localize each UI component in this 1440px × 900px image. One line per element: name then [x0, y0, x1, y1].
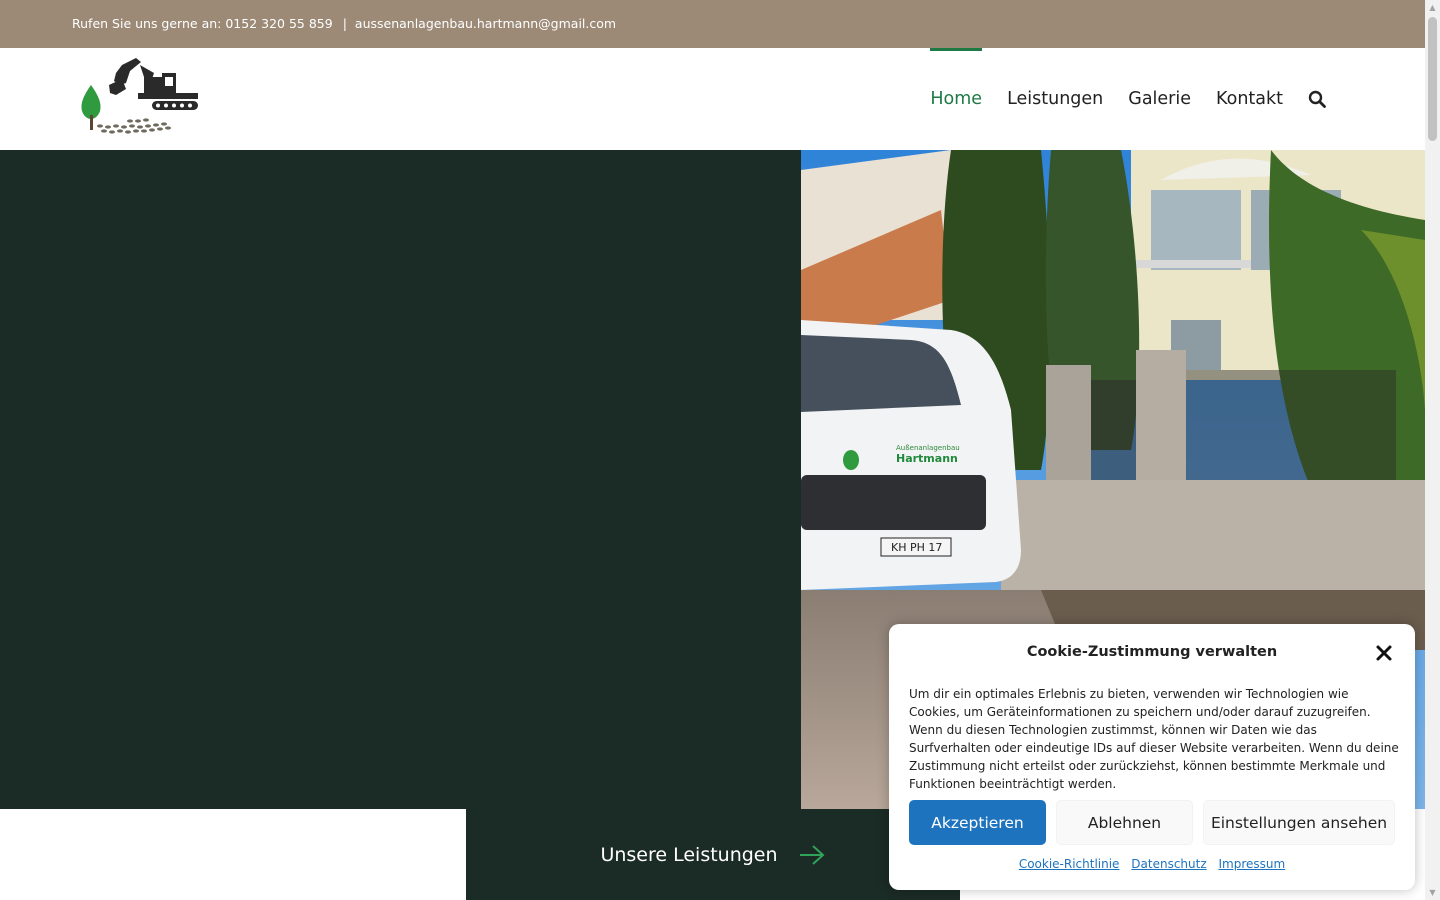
close-icon	[1376, 645, 1392, 661]
company-logo[interactable]	[78, 55, 202, 137]
cta-label: Unsere Leistungen	[600, 843, 778, 866]
decline-button[interactable]: Ablehnen	[1056, 800, 1193, 845]
services-cta-button[interactable]: Unsere Leistungen	[466, 809, 960, 900]
cookie-dialog-text: Um dir ein optimales Erlebnis zu bieten,…	[909, 687, 1399, 791]
top-bar: Rufen Sie uns gerne an: 0152 320 55 859 …	[0, 0, 1425, 48]
cookie-links: Cookie-Richtlinie Datenschutz Impressum	[889, 857, 1415, 871]
main-nav: Home Leistungen Galerie Kontakt	[905, 48, 1328, 150]
excavator-logo-icon	[81, 58, 198, 134]
page-scrollbar[interactable]: ▲ ▼	[1425, 0, 1440, 900]
van-brand-line1: Außenanlagenbau	[896, 444, 960, 452]
cookie-policy-link[interactable]: Cookie-Richtlinie	[1019, 857, 1120, 871]
imprint-link[interactable]: Impressum	[1218, 857, 1285, 871]
nav-item-leistungen[interactable]: Leistungen	[1007, 48, 1103, 150]
search-icon	[1308, 90, 1326, 108]
search-button[interactable]	[1308, 48, 1328, 150]
view-settings-button[interactable]: Einstellungen ansehen	[1203, 800, 1395, 845]
scrollbar-thumb[interactable]	[1428, 17, 1437, 141]
hero-dark-panel	[0, 150, 801, 809]
separator: |	[342, 16, 347, 31]
nav-item-home[interactable]: Home	[930, 48, 982, 150]
nav-item-kontakt[interactable]: Kontakt	[1216, 48, 1283, 150]
license-plate: KH PH 17	[891, 541, 942, 554]
site-header: Home Leistungen Galerie Kontakt	[0, 48, 1425, 150]
scroll-down-arrow-icon[interactable]: ▼	[1425, 885, 1440, 900]
van-brand-line2: Hartmann	[896, 452, 958, 465]
phone-text[interactable]: Rufen Sie uns gerne an: 0152 320 55 859	[72, 16, 333, 31]
accept-button[interactable]: Akzeptieren	[909, 800, 1046, 845]
cookie-close-button[interactable]	[1373, 642, 1395, 664]
nav-item-galerie[interactable]: Galerie	[1128, 48, 1191, 150]
cookie-dialog-title: Cookie-Zustimmung verwalten	[1026, 644, 1278, 660]
top-bar-contact: Rufen Sie uns gerne an: 0152 320 55 859 …	[72, 16, 616, 31]
email-link[interactable]: aussenanlagenbau.hartmann@gmail.com	[355, 16, 616, 31]
scroll-up-arrow-icon[interactable]: ▲	[1425, 0, 1440, 15]
cookie-consent-dialog: Cookie-Zustimmung verwalten Um dir ein o…	[889, 624, 1415, 890]
privacy-link[interactable]: Datenschutz	[1131, 857, 1206, 871]
arrow-right-icon	[799, 844, 825, 865]
